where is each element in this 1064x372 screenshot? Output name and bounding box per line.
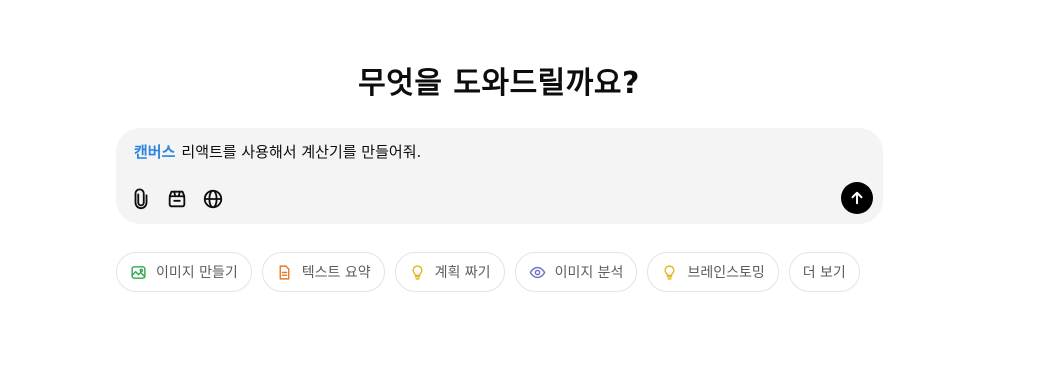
image-icon [131, 265, 146, 279]
chip-label: 이미지 만들기 [156, 265, 238, 281]
chip-label: 이미지 분석 [554, 265, 624, 281]
chip-summarize-text[interactable]: 텍스트 요약 [261, 252, 385, 292]
prompt-input[interactable]: 캔버스 리액트를 사용해서 계산기를 만들어줘. [134, 142, 421, 162]
prompt-composer[interactable]: 캔버스 리액트를 사용해서 계산기를 만들어줘. [116, 128, 883, 224]
eye-icon [529, 266, 545, 278]
chip-analyze-image[interactable]: 이미지 분석 [514, 252, 638, 292]
attach-button[interactable] [128, 186, 154, 212]
chip-label: 계획 짜기 [434, 265, 491, 281]
send-button[interactable] [841, 182, 873, 214]
chip-label: 텍스트 요약 [301, 265, 371, 281]
prompt-text: 리액트를 사용해서 계산기를 만들어줘. [181, 143, 422, 161]
chip-more[interactable]: 더 보기 [788, 252, 860, 292]
lightbulb-icon [412, 264, 423, 280]
canvas-tag[interactable]: 캔버스 [134, 143, 175, 161]
lightbulb-icon [664, 264, 675, 280]
arrow-up-icon [851, 191, 863, 205]
chip-label: 브레인스토밍 [687, 265, 765, 281]
page-title: 무엇을 도와드릴까요? [358, 66, 640, 101]
web-search-button[interactable] [200, 186, 226, 212]
chip-label: 더 보기 [802, 265, 846, 281]
toolbox-icon [168, 190, 186, 208]
globe-icon [203, 189, 223, 209]
chip-create-image[interactable]: 이미지 만들기 [116, 252, 252, 292]
chip-make-plan[interactable]: 계획 짜기 [394, 252, 505, 292]
chip-brainstorm[interactable]: 브레인스토밍 [647, 252, 779, 292]
tools-button[interactable] [164, 186, 190, 212]
document-icon [279, 264, 290, 280]
paperclip-icon [134, 188, 148, 209]
suggestion-chips: 이미지 만들기 텍스트 요약 계획 짜기 이미지 분석 브레인스토밍 더 보기 [116, 252, 860, 292]
